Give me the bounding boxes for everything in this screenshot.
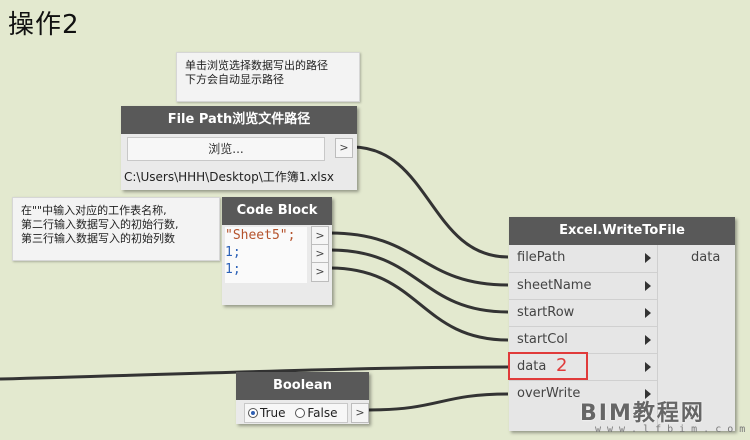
output-port-data[interactable]: data <box>691 250 720 265</box>
file-path-output-port[interactable]: > <box>335 138 353 158</box>
radio-true-label: True <box>260 406 286 420</box>
input-arrow-icon <box>645 335 651 345</box>
radio-false-label: False <box>307 406 338 420</box>
wire-filepath <box>351 145 509 259</box>
radio-true[interactable]: True <box>248 406 289 420</box>
input-arrow-icon <box>645 308 651 318</box>
code-line-3: 1; <box>225 262 241 277</box>
radio-false-icon <box>295 408 306 418</box>
code-block-node[interactable]: Code Block "Sheet5"; 1; 1; > > > <box>222 197 332 305</box>
input-port-sheetname[interactable]: sheetName <box>509 272 657 299</box>
boolean-node-body: True False > <box>236 400 369 424</box>
wire-startcol <box>329 266 509 342</box>
code-block-body: "Sheet5"; 1; 1; > > > <box>222 225 332 305</box>
browse-button-label: 浏览... <box>208 142 244 156</box>
file-path-node[interactable]: File Path浏览文件路径 浏览... > C:\Users\HHH\Des… <box>121 106 357 190</box>
file-path-value: C:\Users\HHH\Desktop\工作簿1.xlsx <box>124 170 334 184</box>
code-block-title: Code Block <box>222 197 332 225</box>
input-label-startrow: startRow <box>517 305 575 320</box>
dynamo-canvas[interactable]: 操作2 单击浏览选择数据写出的路径 下方会自动显示路径 在""中输入对应的工作表… <box>0 0 750 440</box>
boolean-radio-group: True False <box>244 403 348 423</box>
output-label-data: data <box>691 250 721 265</box>
input-label-sheetname: sheetName <box>517 278 592 293</box>
boolean-output-port[interactable]: > <box>351 403 369 423</box>
watermark-url: www.lfbim.com <box>595 424 750 435</box>
code-output-port-2[interactable]: > <box>311 244 329 264</box>
codeblock-note[interactable]: 在""中输入对应的工作表名称, 第二行输入数据写入的初始行数, 第三行输入数据写… <box>12 197 220 261</box>
input-label-overwrite: overWrite <box>517 386 581 401</box>
annotation-number: 2 <box>556 355 568 376</box>
boolean-node-title: Boolean <box>236 372 369 400</box>
highlight-box: 2 <box>508 352 588 380</box>
code-editor[interactable]: "Sheet5"; 1; 1; <box>225 227 307 283</box>
input-label-filepath: filePath <box>517 250 566 265</box>
watermark-logo: BIM教程网 <box>580 401 705 426</box>
path-note[interactable]: 单击浏览选择数据写出的路径 下方会自动显示路径 <box>176 52 360 102</box>
input-label-startcol: startCol <box>517 332 568 347</box>
code-line-2: 1; <box>225 245 241 260</box>
code-output-port-1[interactable]: > <box>311 226 329 246</box>
wire-overwrite <box>367 392 509 412</box>
radio-false[interactable]: False <box>295 406 337 420</box>
input-port-filepath[interactable]: filePath <box>509 245 657 271</box>
input-port-startcol[interactable]: startCol <box>509 326 657 353</box>
code-line-1: "Sheet5"; <box>225 228 296 243</box>
file-path-node-body: 浏览... > C:\Users\HHH\Desktop\工作簿1.xlsx <box>121 134 357 190</box>
excel-node-title: Excel.WriteToFile <box>509 217 735 245</box>
input-arrow-icon <box>645 281 651 291</box>
boolean-node[interactable]: Boolean True False > <box>236 372 369 424</box>
file-path-node-title: File Path浏览文件路径 <box>121 106 357 134</box>
input-port-startrow[interactable]: startRow <box>509 299 657 326</box>
wire-startrow <box>329 248 509 314</box>
input-arrow-icon <box>645 253 651 263</box>
code-output-port-3[interactable]: > <box>311 262 329 282</box>
wire-sheetname <box>329 231 509 287</box>
page-title: 操作2 <box>8 10 80 40</box>
radio-true-icon <box>248 408 258 418</box>
input-arrow-icon <box>645 362 651 372</box>
browse-button[interactable]: 浏览... <box>127 137 325 161</box>
